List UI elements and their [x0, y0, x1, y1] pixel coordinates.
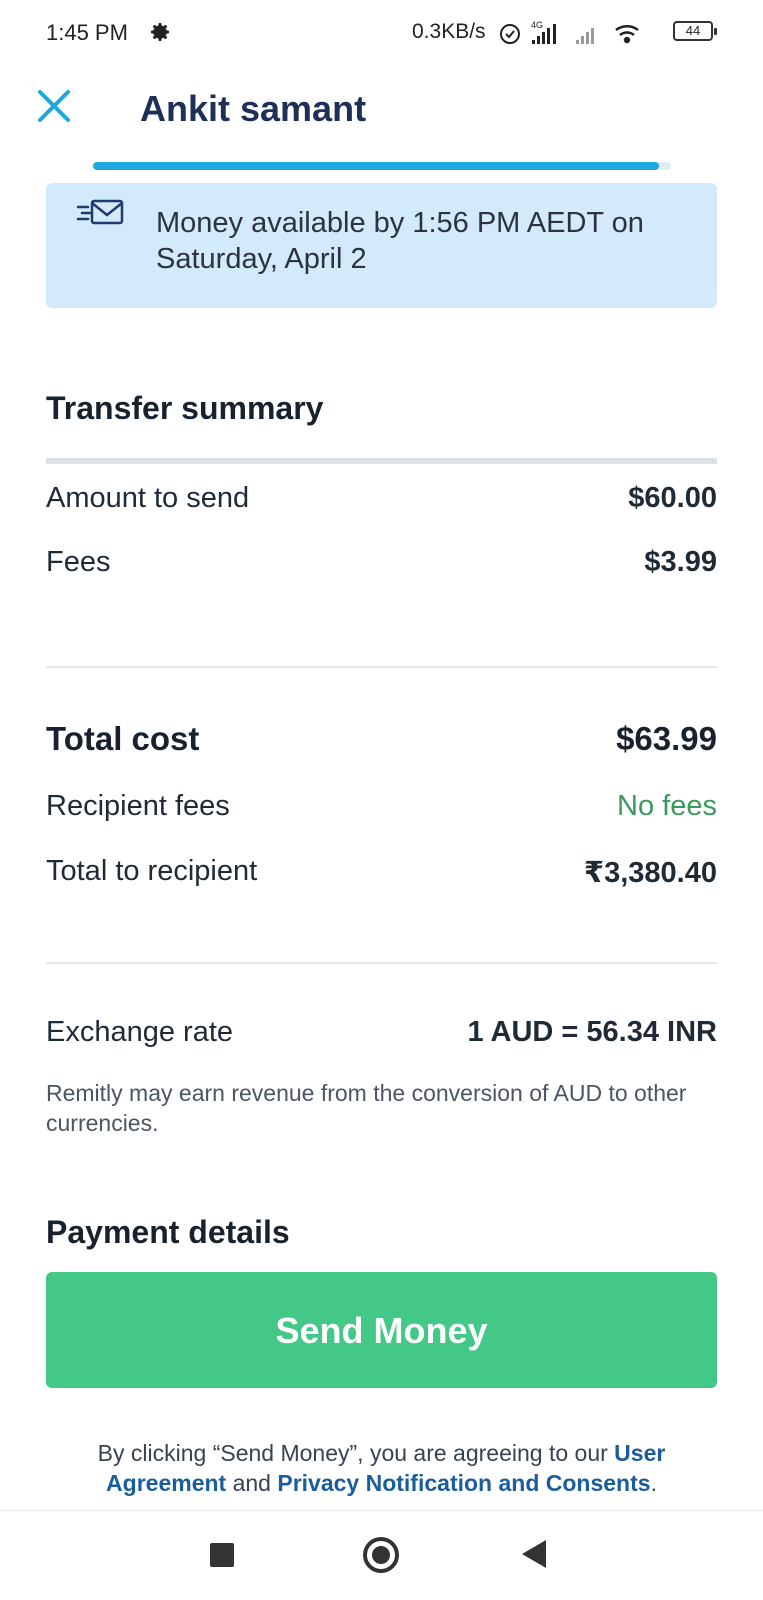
- back-button[interactable]: [522, 1540, 546, 1568]
- divider: [46, 962, 717, 964]
- progress-bar: [93, 162, 671, 170]
- payment-details-heading: Payment details: [46, 1214, 290, 1250]
- total-to-recipient-label: Total to recipient: [46, 855, 258, 887]
- mail-fast-icon: [76, 199, 124, 225]
- agreement-middle: and: [226, 1470, 278, 1496]
- recents-button[interactable]: [210, 1543, 234, 1567]
- nav-divider: [0, 1510, 763, 1511]
- close-icon[interactable]: [34, 86, 74, 126]
- exchange-disclaimer: Remitly may earn revenue from the conver…: [46, 1080, 687, 1136]
- amount-to-send-value: $60.00: [628, 482, 717, 514]
- page-title: Ankit samant: [140, 88, 367, 129]
- fees-value: $3.99: [644, 546, 717, 578]
- total-cost-value: $63.99: [616, 720, 717, 757]
- recipient-fees-label: Recipient fees: [46, 790, 230, 822]
- recipient-fees-value: No fees: [617, 790, 717, 822]
- signal-weak-icon: [576, 28, 594, 44]
- divider: [46, 666, 717, 668]
- divider: [46, 458, 717, 464]
- battery-icon: 44: [673, 21, 717, 41]
- amount-to-send-label: Amount to send: [46, 482, 250, 514]
- progress-bar-fill: [93, 162, 660, 170]
- total-to-recipient-value: ₹3,380.40: [583, 857, 717, 889]
- network-type-label: 4G: [531, 20, 543, 30]
- transfer-summary-heading: Transfer summary: [46, 390, 324, 426]
- fees-label: Fees: [46, 546, 111, 578]
- network-speed: 0.3KB/s: [412, 20, 486, 43]
- gear-icon: [151, 23, 169, 42]
- wifi-icon: [615, 25, 639, 44]
- send-money-button[interactable]: Send Money: [46, 1272, 717, 1388]
- agreement-text: By clicking “Send Money”, you are agreei…: [60, 1438, 703, 1498]
- delivery-banner-text: Money available by 1:56 PM AEDT on Satur…: [156, 207, 644, 275]
- status-icons: 4G: [500, 20, 639, 44]
- privacy-link[interactable]: Privacy Notification and Consents: [277, 1470, 650, 1496]
- agreement-prefix: By clicking “Send Money”, you are agreei…: [97, 1440, 615, 1466]
- delivery-banner: Money available by 1:56 PM AEDT on Satur…: [46, 183, 717, 308]
- exchange-rate-value: 1 AUD = 56.34 INR: [467, 1016, 717, 1048]
- total-cost-label: Total cost: [46, 720, 200, 757]
- status-time: 1:45 PM: [46, 20, 128, 45]
- agreement-suffix: .: [650, 1470, 657, 1496]
- exchange-rate-label: Exchange rate: [46, 1016, 234, 1048]
- home-button[interactable]: [363, 1537, 399, 1573]
- alarm-icon: [500, 24, 520, 44]
